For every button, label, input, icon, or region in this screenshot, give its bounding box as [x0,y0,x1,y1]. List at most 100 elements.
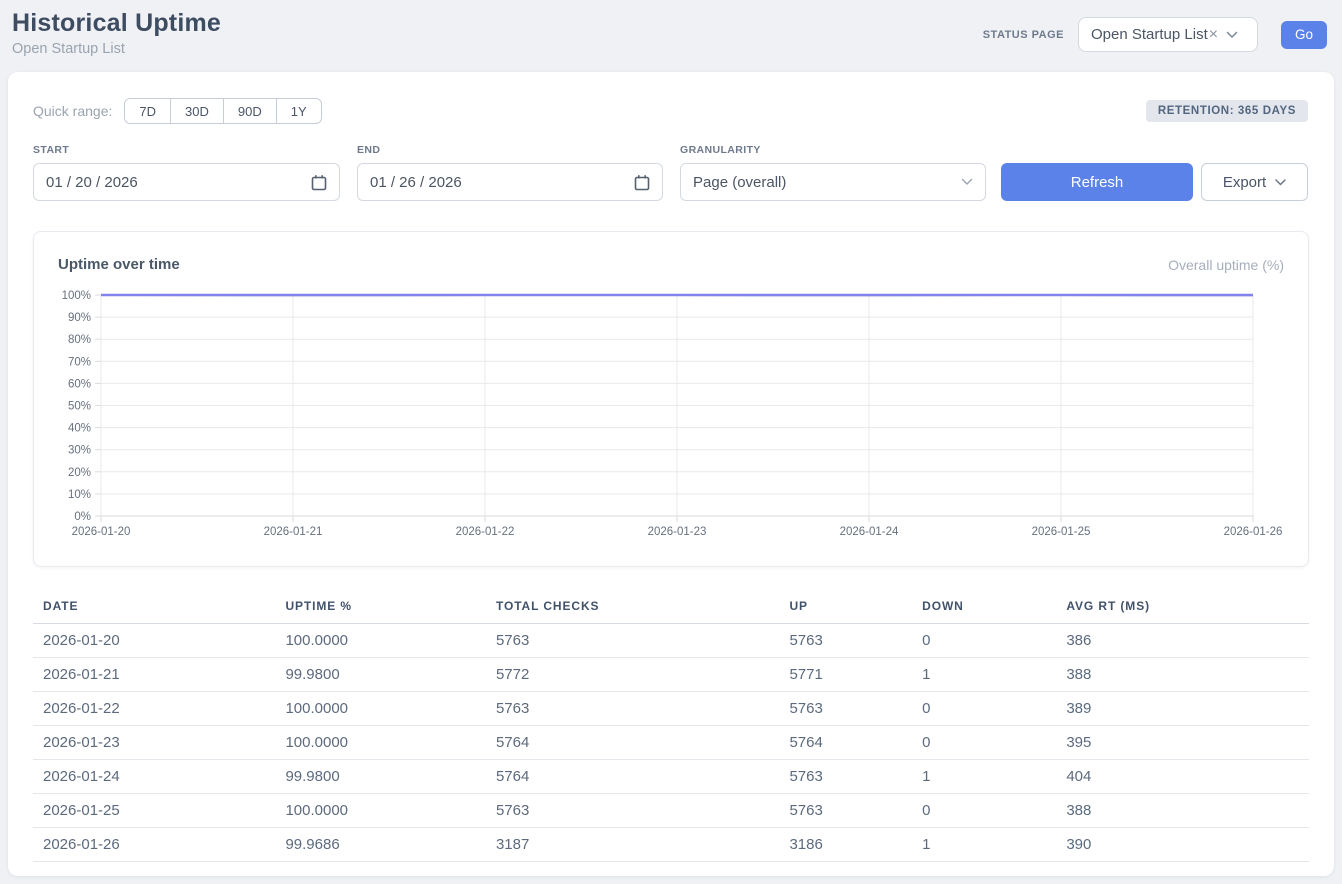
cell-avg-rt: 404 [1056,760,1309,794]
calendar-icon[interactable] [311,174,327,191]
quick-range-row: Quick range: 7D 30D 90D 1Y RETENTION: 36… [33,98,1308,124]
svg-text:80%: 80% [68,334,91,346]
cell-total-checks: 5764 [486,760,779,794]
cell-down: 0 [912,692,1056,726]
quick-range-label: Quick range: [33,103,112,119]
chart-title: Uptime over time [58,256,180,273]
svg-text:2026-01-23: 2026-01-23 [648,526,707,538]
status-page-controls: STATUS PAGE Open Startup List × Go [983,17,1327,52]
granularity-field: GRANULARITY Page (overall) [680,144,986,201]
table-row: 2026-01-2699.9686318731861390 [33,828,1309,862]
status-page-selected-value: Open Startup List [1091,26,1208,43]
cell-down: 1 [912,658,1056,692]
column-header-uptime: UPTIME % [275,590,486,624]
cell-total-checks: 3187 [486,828,779,862]
end-date-label: END [357,144,663,156]
svg-text:2026-01-26: 2026-01-26 [1224,526,1283,538]
cell-up: 5763 [779,692,912,726]
svg-text:10%: 10% [68,489,91,501]
start-date-value: 01 / 20 / 2026 [46,174,138,191]
cell-date: 2026-01-26 [33,828,275,862]
table-row: 2026-01-2499.9800576457631404 [33,760,1309,794]
cell-date: 2026-01-20 [33,624,275,658]
table-row: 2026-01-25100.0000576357630388 [33,794,1309,828]
export-button-label: Export [1223,174,1266,191]
table-row: 2026-01-20100.0000576357630386 [33,624,1309,658]
granularity-selected-value: Page (overall) [693,174,786,191]
cell-up: 3186 [779,828,912,862]
status-page-label: STATUS PAGE [983,29,1064,41]
svg-text:2026-01-24: 2026-01-24 [840,526,899,538]
quick-range-90d-button[interactable]: 90D [223,98,277,124]
top-bar: Historical Uptime Open Startup List STAT… [0,0,1342,72]
cell-down: 0 [912,624,1056,658]
svg-text:100%: 100% [62,290,91,302]
cell-up: 5764 [779,726,912,760]
cell-uptime: 100.0000 [275,794,486,828]
svg-text:2026-01-20: 2026-01-20 [72,526,131,538]
cell-avg-rt: 389 [1056,692,1309,726]
cell-up: 5771 [779,658,912,692]
cell-uptime: 100.0000 [275,692,486,726]
quick-range-7d-button[interactable]: 7D [124,98,171,124]
column-header-down: DOWN [912,590,1056,624]
svg-text:20%: 20% [68,467,91,479]
cell-up: 5763 [779,624,912,658]
uptime-chart-card: Uptime over time Overall uptime (%) 100%… [33,231,1309,567]
chevron-down-icon [961,178,973,186]
cell-date: 2026-01-24 [33,760,275,794]
cell-date: 2026-01-22 [33,692,275,726]
cell-total-checks: 5763 [486,692,779,726]
cell-avg-rt: 388 [1056,794,1309,828]
x-grid-and-labels: 2026-01-20 2026-01-21 2026-01-22 2026-01-23… [72,295,1283,538]
cell-uptime: 99.9686 [275,828,486,862]
cell-up: 5763 [779,794,912,828]
export-button[interactable]: Export [1201,163,1308,201]
cell-avg-rt: 390 [1056,828,1309,862]
svg-text:2026-01-22: 2026-01-22 [456,526,515,538]
retention-badge: RETENTION: 365 DAYS [1146,100,1308,122]
cell-date: 2026-01-21 [33,658,275,692]
quick-range-group: 7D 30D 90D 1Y [124,98,321,124]
column-header-total-checks: TOTAL CHECKS [486,590,779,624]
cell-total-checks: 5763 [486,794,779,828]
svg-text:50%: 50% [68,401,91,413]
cell-total-checks: 5763 [486,624,779,658]
table-row: 2026-01-23100.0000576457640395 [33,726,1309,760]
go-button[interactable]: Go [1281,21,1327,49]
svg-text:30%: 30% [68,445,91,457]
cell-up: 5763 [779,760,912,794]
page-subtitle: Open Startup List [12,41,125,57]
chevron-down-icon [1226,31,1238,39]
cell-uptime: 100.0000 [275,726,486,760]
column-header-up: UP [779,590,912,624]
cell-date: 2026-01-23 [33,726,275,760]
main-card: Quick range: 7D 30D 90D 1Y RETENTION: 36… [8,72,1334,876]
end-date-input[interactable]: 01 / 26 / 2026 [357,163,663,201]
cell-total-checks: 5764 [486,726,779,760]
status-page-select[interactable]: Open Startup List × [1078,17,1258,52]
cell-down: 1 [912,828,1056,862]
granularity-select[interactable]: Page (overall) [680,163,986,201]
start-date-input[interactable]: 01 / 20 / 2026 [33,163,340,201]
cell-total-checks: 5772 [486,658,779,692]
quick-range-30d-button[interactable]: 30D [170,98,224,124]
calendar-icon[interactable] [634,174,650,191]
svg-text:60%: 60% [68,378,91,390]
cell-down: 0 [912,794,1056,828]
end-date-field: END 01 / 26 / 2026 [357,144,663,201]
page-title: Historical Uptime [12,9,221,38]
chart-header: Uptime over time Overall uptime (%) [58,256,1284,273]
cell-uptime: 99.9800 [275,760,486,794]
svg-text:90%: 90% [68,312,91,324]
cell-uptime: 99.9800 [275,658,486,692]
refresh-button[interactable]: Refresh [1001,163,1193,201]
clear-selection-icon[interactable]: × [1209,27,1218,43]
start-date-field: START 01 / 20 / 2026 [33,144,340,201]
quick-range-1y-button[interactable]: 1Y [276,98,322,124]
svg-text:40%: 40% [68,423,91,435]
svg-text:2026-01-21: 2026-01-21 [264,526,323,538]
svg-text:0%: 0% [74,511,91,523]
cell-down: 0 [912,726,1056,760]
uptime-chart: 100%90%80%70%60%50%40%30%20%10%0%2026-01… [34,282,1308,552]
